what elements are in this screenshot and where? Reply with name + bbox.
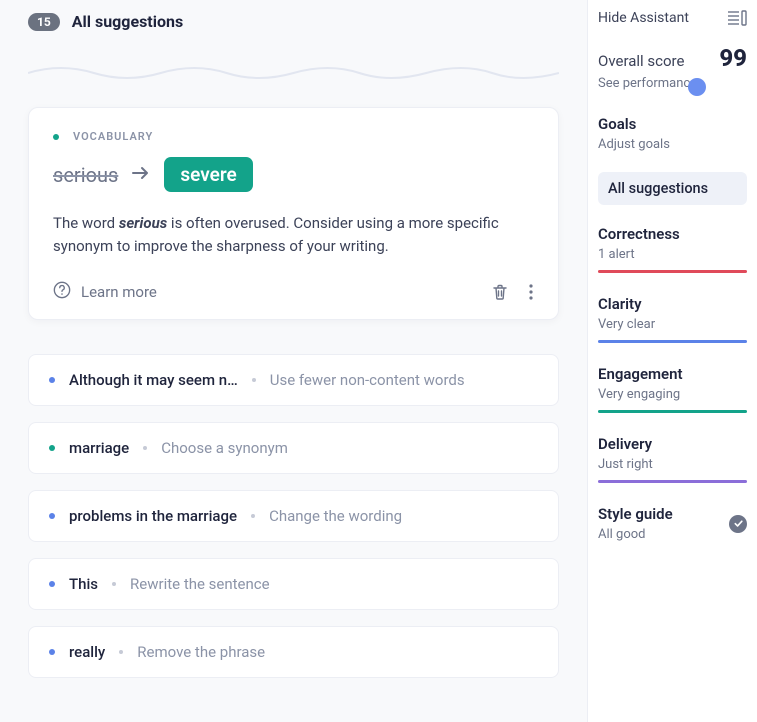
suggestion-row[interactable]: problems in the marriage Change the wordi… — [28, 490, 559, 542]
metric-correctness[interactable]: Correctness 1 alert — [598, 225, 747, 273]
metric-sub: 1 alert — [598, 247, 747, 262]
dot-separator-icon — [251, 514, 255, 518]
metric-bar — [598, 340, 747, 343]
category-label: VOCABULARY — [73, 130, 153, 143]
metric-delivery[interactable]: Delivery Just right — [598, 435, 747, 483]
dot-separator-icon — [143, 446, 147, 450]
hide-assistant-link[interactable]: Hide Assistant — [598, 10, 689, 26]
expanded-suggestion-card: VOCABULARY serious severe The word serio… — [28, 107, 559, 320]
metric-title: Engagement — [598, 365, 747, 383]
style-guide-section[interactable]: Style guide All good — [598, 505, 747, 542]
explain-bold: serious — [119, 214, 167, 232]
metric-title: Clarity — [598, 295, 747, 313]
metric-engagement[interactable]: Engagement Very engaging — [598, 365, 747, 413]
metric-title: Correctness — [598, 225, 747, 243]
metric-bar — [598, 270, 747, 273]
row-hint: Use fewer non-content words — [270, 371, 465, 389]
suggestion-row[interactable]: really Remove the phrase — [28, 626, 559, 678]
adjust-goals-link[interactable]: Adjust goals — [598, 137, 747, 152]
goals-title: Goals — [598, 115, 747, 133]
metric-clarity[interactable]: Clarity Very clear — [598, 295, 747, 343]
style-guide-sub: All good — [598, 527, 673, 542]
row-hint: Choose a synonym — [161, 439, 288, 457]
card-footer: Learn more — [53, 281, 534, 303]
metric-title: Delivery — [598, 435, 747, 453]
trash-icon — [490, 282, 510, 302]
row-text: Although it may seem n… — [69, 371, 238, 389]
metric-sub: Just right — [598, 457, 747, 472]
metric-sub: Very clear — [598, 317, 747, 332]
main-panel: 15 All suggestions VOCABULARY serious se… — [0, 0, 587, 722]
explanation-text: The word serious is often overused. Cons… — [53, 212, 534, 259]
category-dot-icon — [53, 134, 59, 140]
dot-separator-icon — [252, 378, 256, 382]
style-guide-title: Style guide — [598, 505, 673, 523]
row-text: This — [69, 575, 98, 593]
notification-dot-icon — [688, 78, 706, 96]
wavy-divider — [28, 61, 559, 85]
row-hint: Rewrite the sentence — [130, 575, 270, 593]
suggestion-count-badge: 15 — [28, 13, 60, 31]
panel-icon — [727, 10, 747, 26]
row-hint: Change the wording — [269, 507, 402, 525]
all-suggestions-tab[interactable]: All suggestions — [598, 172, 747, 205]
card-actions — [490, 282, 534, 302]
row-hint: Remove the phrase — [137, 643, 265, 661]
replacement-row: serious severe — [53, 157, 534, 192]
delete-button[interactable] — [490, 282, 510, 302]
learn-more-link[interactable]: Learn more — [53, 281, 157, 303]
page-title: All suggestions — [72, 12, 183, 31]
row-dot-icon — [49, 581, 55, 587]
suggestions-header: 15 All suggestions — [28, 12, 559, 31]
learn-more-label: Learn more — [81, 283, 157, 301]
score-value: 99 — [719, 44, 747, 72]
category-row: VOCABULARY — [53, 130, 534, 143]
layout-toggle-button[interactable] — [727, 10, 747, 26]
row-text: problems in the marriage — [69, 507, 237, 525]
row-dot-icon — [49, 649, 55, 655]
metric-bar — [598, 410, 747, 413]
suggestion-row[interactable]: marriage Choose a synonym — [28, 422, 559, 474]
check-badge-icon — [729, 515, 747, 533]
dot-separator-icon — [112, 582, 116, 586]
suggestion-row[interactable]: Although it may seem n… Use fewer non-con… — [28, 354, 559, 406]
metric-sub: Very engaging — [598, 387, 747, 402]
help-icon — [53, 281, 71, 303]
assistant-sidebar: Hide Assistant Overall score 99 See perf… — [587, 0, 757, 722]
arrow-right-icon — [132, 165, 150, 184]
suggestion-row[interactable]: This Rewrite the sentence — [28, 558, 559, 610]
score-label: Overall score — [598, 52, 684, 70]
suggested-word-chip[interactable]: severe — [164, 157, 252, 192]
overall-score-row[interactable]: Overall score 99 — [598, 44, 747, 72]
more-vertical-icon — [528, 282, 534, 302]
sidebar-top: Hide Assistant — [598, 10, 747, 26]
dot-separator-icon — [119, 650, 123, 654]
row-text: marriage — [69, 439, 129, 457]
row-dot-icon — [49, 445, 55, 451]
row-dot-icon — [49, 377, 55, 383]
row-text: really — [69, 643, 105, 661]
original-word: serious — [53, 163, 118, 187]
row-dot-icon — [49, 513, 55, 519]
more-button[interactable] — [528, 282, 534, 302]
metric-bar — [598, 480, 747, 483]
explain-pre: The word — [53, 214, 119, 232]
see-performance-link[interactable]: See performance — [598, 76, 747, 91]
